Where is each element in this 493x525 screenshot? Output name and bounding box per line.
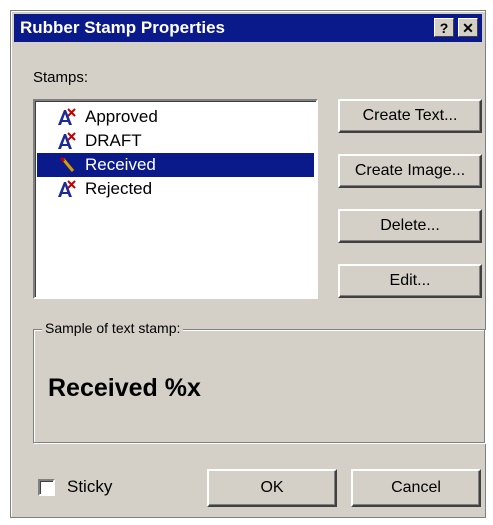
text-stamp-icon: [58, 132, 76, 149]
sticky-label[interactable]: Sticky: [67, 477, 112, 497]
close-button[interactable]: ✕: [458, 18, 478, 37]
cancel-button[interactable]: Cancel: [351, 469, 481, 507]
image-stamp-icon: [59, 156, 75, 172]
sample-group: Sample of text stamp: Received %x: [33, 320, 485, 443]
text-stamp-icon: [58, 180, 76, 197]
stamp-list-item[interactable]: Approved: [37, 105, 314, 129]
create-image-button[interactable]: Create Image...: [338, 154, 482, 188]
stamp-item-label: Approved: [85, 107, 158, 126]
help-button[interactable]: ?: [434, 18, 454, 37]
stamp-item-label: Received: [85, 155, 156, 174]
stamp-list-item[interactable]: Rejected: [37, 177, 314, 201]
sample-stamp-text: Received %x: [48, 374, 201, 402]
title-bar[interactable]: Rubber Stamp Properties ? ✕: [14, 14, 482, 42]
stamp-list-item[interactable]: DRAFT: [37, 129, 314, 153]
rubber-stamp-dialog: Rubber Stamp Properties ? ✕ Stamps: Appr…: [10, 10, 486, 518]
edit-button[interactable]: Edit...: [338, 264, 482, 298]
ok-button[interactable]: OK: [207, 469, 337, 507]
stamps-label: Stamps:: [33, 69, 89, 86]
sample-legend: Sample of text stamp:: [42, 320, 184, 336]
stamps-listbox[interactable]: Approved DRAFT Received Rejected: [33, 99, 318, 299]
stamp-item-label: DRAFT: [85, 131, 142, 150]
dialog-title: Rubber Stamp Properties: [20, 18, 225, 37]
delete-button[interactable]: Delete...: [338, 209, 482, 243]
stamp-item-label: Rejected: [85, 179, 153, 198]
create-text-button[interactable]: Create Text...: [338, 99, 482, 133]
sticky-checkbox[interactable]: [38, 479, 55, 496]
text-stamp-icon: [58, 108, 76, 125]
stamp-list-item-selected[interactable]: Received: [37, 153, 314, 177]
